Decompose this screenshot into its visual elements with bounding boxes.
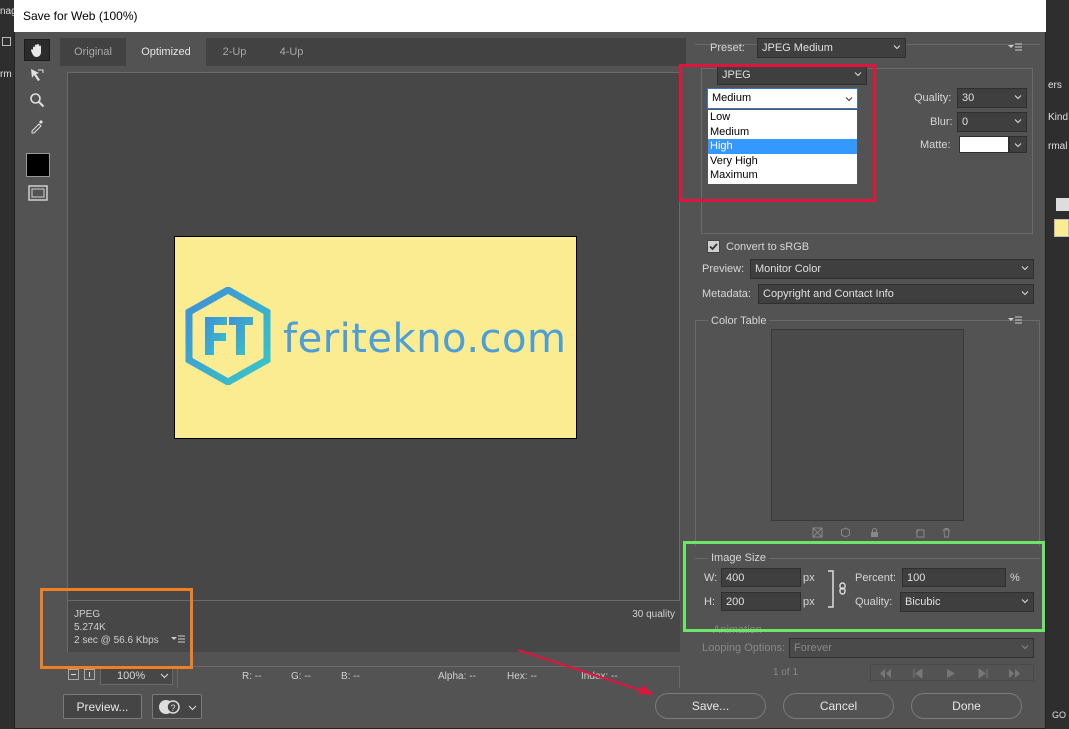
tab-optimized[interactable]: Optimized: [126, 38, 206, 66]
zoom-in-button[interactable]: [84, 669, 95, 680]
annotation-arrow: [517, 649, 654, 695]
chevron-down-icon: [188, 705, 197, 711]
dialog-title: Save for Web (100%): [23, 9, 138, 23]
color-table-title: Color Table: [708, 315, 770, 327]
readout-r: R: --: [242, 671, 262, 682]
next-frame-icon[interactable]: [976, 669, 990, 678]
view-tabs: Original Optimized 2-Up 4-Up: [60, 38, 686, 66]
slice-select-tool-icon[interactable]: [24, 64, 50, 86]
chevron-down-icon: [1014, 119, 1022, 124]
convert-srgb-label: Convert to sRGB: [726, 241, 810, 253]
annotation-red-box: [679, 64, 876, 202]
preset-select[interactable]: JPEG Medium: [757, 38, 906, 58]
preview-mode-label: Preview:: [702, 263, 745, 275]
app-fragment-go: GO: [1052, 710, 1067, 720]
metadata-value: Copyright and Contact Info: [763, 288, 894, 300]
blur-label: Blur:: [930, 116, 953, 128]
app-fragment-layers: ers: [1048, 80, 1062, 91]
tab-2-up[interactable]: 2-Up: [206, 38, 263, 66]
chevron-down-icon: [1021, 266, 1029, 271]
app-fragment-mid: rm: [0, 69, 12, 80]
previous-frame-icon[interactable]: [911, 669, 925, 678]
browser-preview-select[interactable]: ?: [152, 694, 202, 719]
trash-icon[interactable]: [941, 527, 952, 538]
zoom-out-button[interactable]: [68, 669, 79, 680]
matte-dropdown[interactable]: [1009, 136, 1027, 153]
readout-b: B: --: [341, 671, 360, 682]
metadata-label: Metadata:: [702, 288, 751, 300]
app-fragment-blend[interactable]: rmal: [1048, 141, 1067, 152]
chevron-down-icon: [893, 45, 901, 50]
dialog-titlebar[interactable]: Save for Web (100%): [14, 0, 1046, 32]
eyedropper-tool-icon[interactable]: [24, 115, 50, 137]
color-table-menu-icon[interactable]: [1008, 316, 1022, 326]
eyedropper-color-swatch[interactable]: [26, 153, 50, 177]
cancel-button[interactable]: Cancel: [783, 693, 894, 719]
blur-value: 0: [962, 116, 969, 128]
zoom-tool-icon[interactable]: [24, 89, 50, 111]
preview-button[interactable]: Preview...: [63, 694, 142, 719]
browser-globe-icon: ?: [159, 700, 180, 714]
matte-label: Matte:: [920, 139, 951, 151]
readout-alpha: Alpha: --: [438, 671, 476, 682]
annotation-green-box: [683, 541, 1045, 632]
color-table-grid[interactable]: [771, 329, 964, 521]
layer-thumb[interactable]: [1056, 198, 1069, 211]
chevron-down-icon: [1014, 143, 1022, 148]
info-quality: 30 quality: [632, 609, 675, 620]
svg-text:?: ?: [171, 703, 176, 713]
lock-color-cube-icon[interactable]: [840, 527, 851, 538]
tab-4-up[interactable]: 4-Up: [263, 38, 320, 66]
chevron-down-icon: [160, 673, 169, 679]
metadata-select[interactable]: Copyright and Contact Info: [758, 284, 1034, 304]
preset-value: JPEG Medium: [762, 42, 833, 54]
app-fragment-kind[interactable]: Kind: [1048, 112, 1068, 123]
animation-frame-counter: 1 of 1: [773, 667, 799, 678]
logo-hexagon-icon: [185, 287, 271, 385]
app-checkbox[interactable]: [2, 37, 11, 46]
quality-field[interactable]: 30: [957, 88, 1027, 108]
convert-srgb-checkbox[interactable]: [707, 240, 720, 253]
play-icon[interactable]: [946, 669, 956, 678]
logo-text: feritekno.com: [283, 316, 567, 362]
animation-controls: [870, 664, 1034, 681]
toggle-slices-icon[interactable]: [26, 183, 50, 203]
quality-value: 30: [962, 92, 975, 104]
lock-icon[interactable]: [869, 527, 880, 538]
quality-label: Quality:: [914, 92, 952, 104]
matte-color-swatch[interactable]: [959, 136, 1009, 153]
layer-thumb-yellow[interactable]: [1054, 219, 1069, 237]
right-app-strip: ers Kind rmal GO: [1046, 0, 1069, 729]
chevron-down-icon: [1021, 645, 1029, 650]
color-table-actions: [812, 527, 962, 539]
first-frame-icon[interactable]: [878, 669, 892, 678]
left-app-strip: nag rm: [0, 0, 17, 729]
optimize-menu-icon[interactable]: [1008, 43, 1022, 53]
tab-original[interactable]: Original: [60, 38, 126, 66]
chevron-down-icon: [1021, 291, 1029, 296]
save-button[interactable]: Save...: [655, 693, 766, 719]
looping-label: Looping Options:: [702, 642, 786, 654]
preview-mode-value: Monitor Color: [755, 263, 822, 275]
looping-value: Forever: [794, 642, 832, 654]
preset-label: Preset:: [710, 42, 745, 54]
zoom-value: 100%: [117, 670, 146, 682]
done-button[interactable]: Done: [911, 693, 1022, 719]
readout-g: G: --: [291, 671, 311, 682]
hand-tool-icon[interactable]: [24, 39, 50, 61]
chevron-down-icon: [1014, 95, 1022, 100]
web-snap-icon[interactable]: [812, 527, 823, 538]
blur-field[interactable]: 0: [957, 112, 1027, 132]
looping-select[interactable]: Forever: [789, 638, 1034, 658]
annotation-orange-box: [40, 588, 193, 669]
preview-mode-select[interactable]: Monitor Color: [750, 259, 1034, 279]
last-frame-icon[interactable]: [1008, 669, 1022, 678]
new-color-icon[interactable]: [915, 527, 926, 538]
